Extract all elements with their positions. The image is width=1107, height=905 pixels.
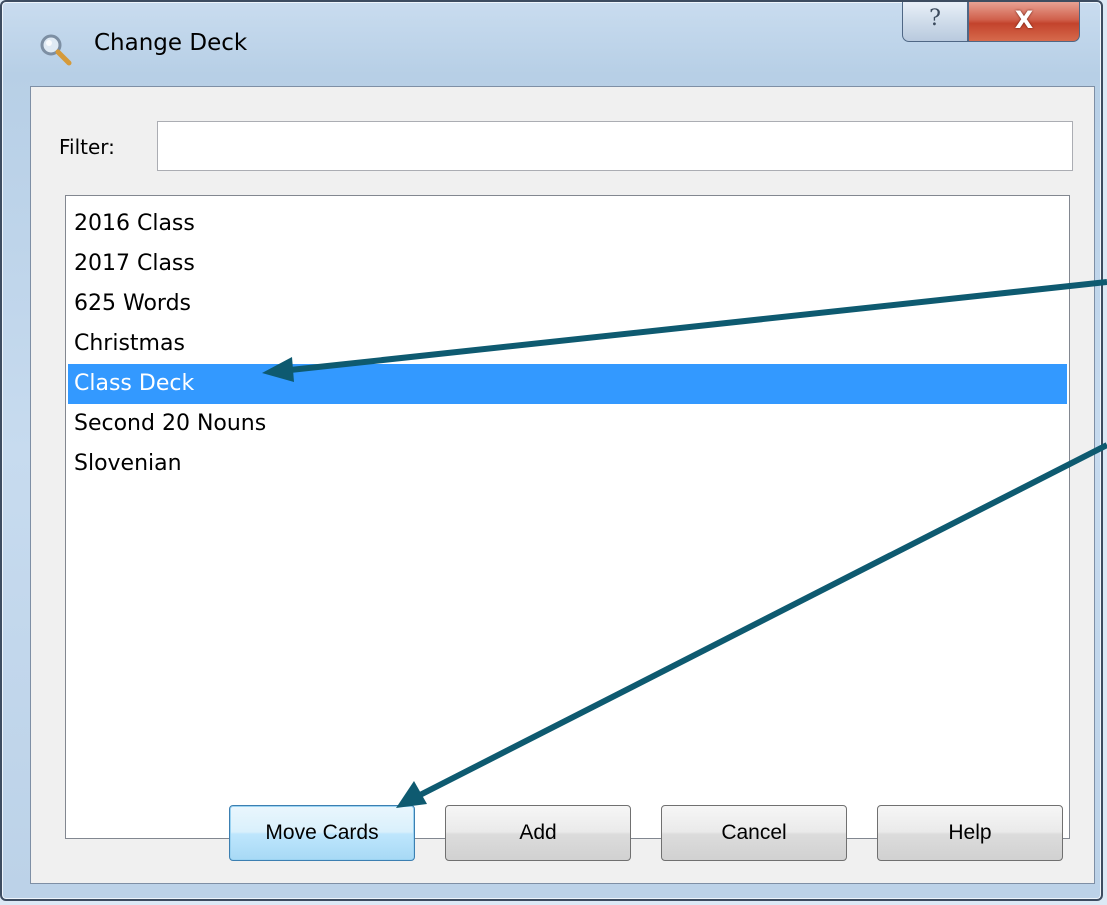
question-icon: ?: [929, 6, 941, 31]
cancel-button[interactable]: Cancel: [661, 805, 847, 861]
filter-label: Filter:: [59, 135, 115, 159]
window-title: Change Deck: [94, 30, 248, 56]
move-cards-button[interactable]: Move Cards: [229, 805, 415, 861]
deck-list-item[interactable]: Christmas: [68, 324, 1067, 364]
dialog-body: Filter: 2016 Class 2017 Class 625 Words Chr…: [30, 86, 1095, 884]
title-help-button[interactable]: ?: [902, 2, 968, 42]
deck-list-item[interactable]: Class Deck: [68, 364, 1067, 404]
title-close-button[interactable]: X: [968, 2, 1080, 42]
deck-list-item[interactable]: 625 Words: [68, 284, 1067, 324]
magnifier-icon: [40, 34, 72, 66]
add-button[interactable]: Add: [445, 805, 631, 861]
deck-list-item[interactable]: 2017 Class: [68, 244, 1067, 284]
title-bar[interactable]: Change Deck ? X: [2, 2, 1101, 82]
deck-list-item[interactable]: Slovenian: [68, 444, 1067, 484]
dialog-window: Change Deck ? X Filter: 2016 Class 2017 C…: [0, 0, 1103, 901]
deck-list[interactable]: 2016 Class 2017 Class 625 Words Christmas Cl…: [65, 195, 1070, 839]
filter-input[interactable]: [157, 121, 1073, 171]
close-icon: X: [1014, 6, 1034, 34]
deck-list-item[interactable]: Second 20 Nouns: [68, 404, 1067, 444]
help-button[interactable]: Help: [877, 805, 1063, 861]
deck-list-item[interactable]: 2016 Class: [68, 204, 1067, 244]
